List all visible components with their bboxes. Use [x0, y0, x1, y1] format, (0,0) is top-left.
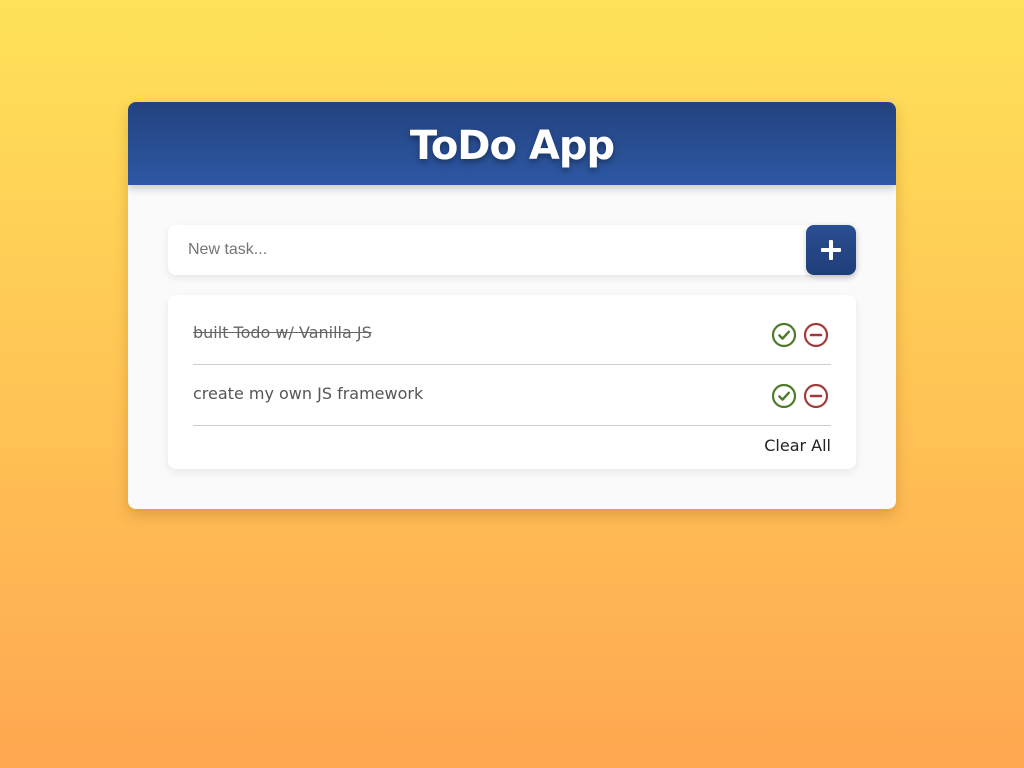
todo-text: create my own JS framework	[193, 384, 424, 403]
app-header: ToDo App	[128, 102, 896, 185]
clear-all-button[interactable]: Clear All	[764, 436, 831, 455]
add-task-button[interactable]	[806, 225, 856, 275]
todo-text: built Todo w/ Vanilla JS	[193, 323, 372, 342]
todo-app-card: ToDo App built Todo w/ Vanilla JS	[128, 102, 896, 509]
check-circle-icon[interactable]	[771, 383, 797, 409]
minus-circle-icon[interactable]	[803, 383, 829, 409]
new-task-form	[168, 225, 856, 275]
todo-list: built Todo w/ Vanilla JS create my own J…	[168, 295, 856, 469]
todo-item: built Todo w/ Vanilla JS	[193, 305, 831, 365]
plus-icon	[821, 240, 841, 260]
todo-item: create my own JS framework	[193, 366, 831, 426]
check-circle-icon[interactable]	[771, 322, 797, 348]
app-title: ToDo App	[409, 122, 615, 169]
minus-circle-icon[interactable]	[803, 322, 829, 348]
new-task-input[interactable]	[168, 225, 798, 275]
